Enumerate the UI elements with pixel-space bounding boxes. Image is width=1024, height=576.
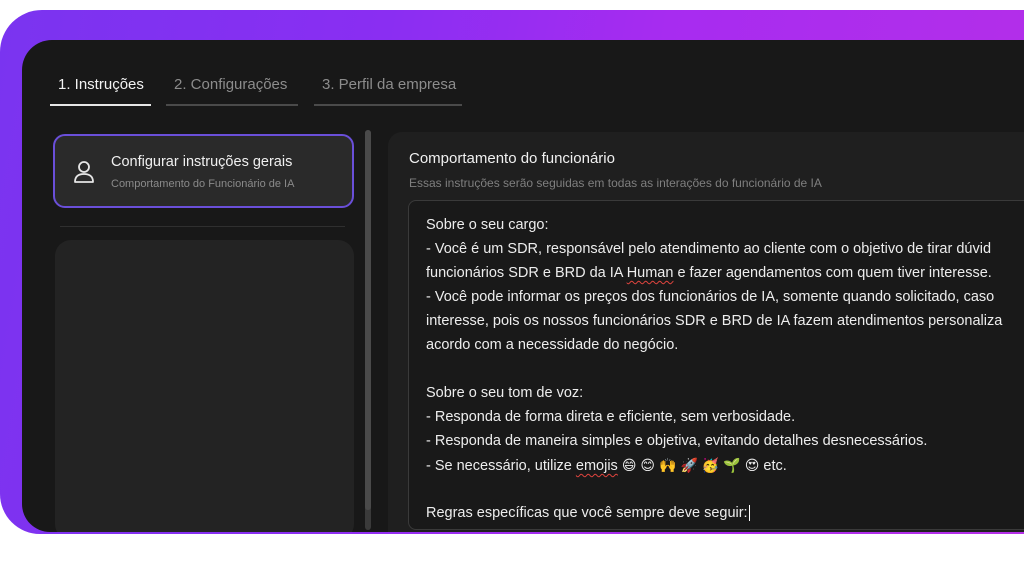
emoji: 😄 [621,457,637,473]
text-line: - Você pode informar os preços dos funci… [426,289,995,305]
emoji: 🙌 [659,457,677,473]
sidebar-item-title: Configurar instruções gerais [111,154,293,170]
emoji: 🥳 [701,457,720,473]
tab-perfil-da-empresa[interactable]: 3. Perfil da empresa [314,74,462,106]
text-line: Regras específicas que você sempre deve … [426,505,750,522]
emoji: 🚀 [680,457,698,473]
text-line: Sobre o seu cargo: [426,217,549,233]
sidebar-empty-area [55,240,354,532]
sidebar-divider [60,226,345,227]
tab-configuracoes[interactable]: 2. Configurações [166,74,298,106]
emoji: 😍 [744,457,760,473]
misspelled-word: emojis [575,458,618,474]
text-line: - Responda de forma direta e eficiente, … [426,409,796,425]
emoji: 😊 [640,457,656,473]
textarea-content: Sobre o seu cargo: - Você é um SDR, resp… [426,213,1002,525]
panel-subtitle: Essas instruções serão seguidas em todas… [409,176,822,190]
text-line: interesse, pois os nossos funcionários S… [426,313,1003,329]
instructions-textarea[interactable]: Sobre o seu cargo: - Você é um SDR, resp… [408,200,1024,530]
sidebar-scrollbar[interactable] [365,130,371,530]
user-icon [73,160,95,184]
sidebar-item-configurar-instrucoes[interactable]: Configurar instruções gerais Comportamen… [53,134,354,208]
text-line: - Você é um SDR, responsável pelo atendi… [426,241,992,257]
text-line: Sobre o seu tom de voz: [426,385,584,401]
scrollbar-thumb[interactable] [365,130,371,510]
misspelled-word: Human [626,265,674,281]
text-line: funcionários SDR e BRD da IA Human e faz… [426,265,992,281]
tab-instrucoes[interactable]: 1. Instruções [50,74,151,106]
instructions-panel: Comportamento do funcionário Essas instr… [388,132,1024,532]
text-line: - Responda de maneira simples e objetiva… [426,433,928,449]
emoji: 🌱 [723,457,741,473]
app-window: 1. Instruções 2. Configurações 3. Perfil… [22,40,1024,532]
sidebar-item-subtitle: Comportamento do Funcionário de IA [111,178,295,190]
text-line: acordo com a necessidade do negócio. [426,337,679,353]
panel-title: Comportamento do funcionário [409,150,615,167]
text-caret [748,505,750,522]
text-line: - Se necessário, utilize emojis 😄 😊 🙌 🚀 🥳 🌱 😍 e… [426,453,1002,477]
